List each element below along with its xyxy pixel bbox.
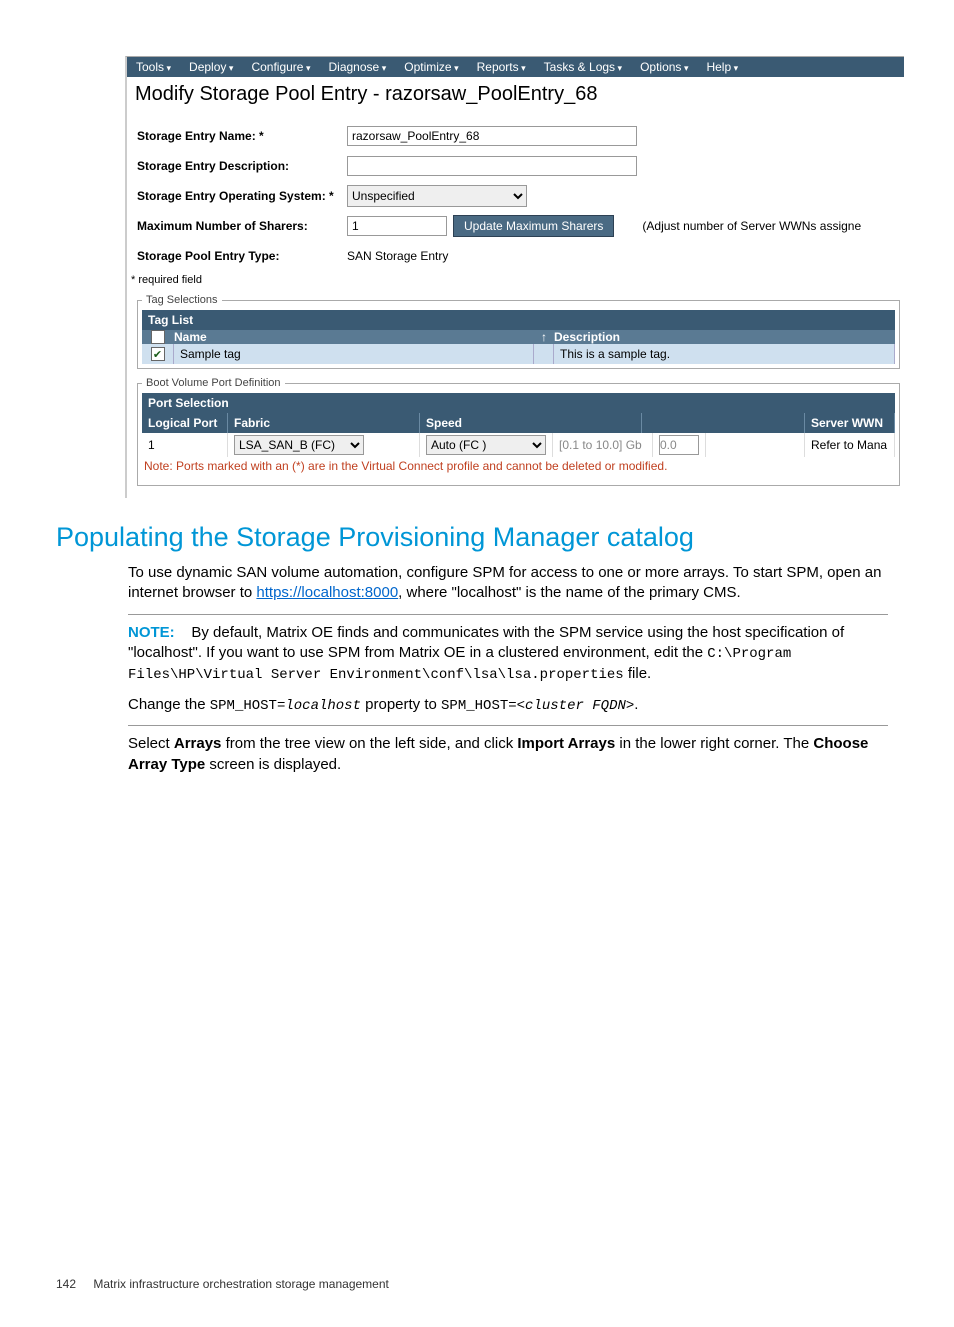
- port-fabric-select[interactable]: LSA_SAN_B (FC): [234, 435, 364, 455]
- menu-optimize[interactable]: Optimize: [395, 60, 467, 74]
- section-heading: Populating the Storage Provisioning Mana…: [56, 522, 888, 553]
- tag-selections-legend: Tag Selections: [142, 294, 222, 306]
- change-paragraph: Change the SPM_HOST=localhost property t…: [128, 695, 888, 716]
- port-header-logical-port: Logical Port: [142, 413, 228, 433]
- sort-asc-icon[interactable]: ↑: [534, 330, 554, 344]
- tag-header-name[interactable]: Name: [174, 330, 534, 344]
- storage-entry-os-label: Storage Entry Operating System: *: [137, 189, 347, 203]
- checkbox-checked-icon[interactable]: ✔: [151, 347, 165, 361]
- note-paragraph: NOTE: By default, Matrix OE finds and co…: [128, 623, 888, 685]
- menu-options[interactable]: Options: [631, 60, 697, 74]
- menu-tools[interactable]: Tools: [127, 60, 180, 74]
- page-number: 142: [56, 1277, 76, 1291]
- port-row-lp: 1: [142, 433, 228, 457]
- checkbox-icon[interactable]: [151, 330, 165, 344]
- storage-entry-desc-input[interactable]: [347, 156, 637, 176]
- update-max-sharers-button[interactable]: Update Maximum Sharers: [453, 215, 614, 237]
- divider: [128, 725, 888, 726]
- document-body: Populating the Storage Provisioning Mana…: [56, 522, 888, 775]
- tag-selections-fieldset: Tag Selections Tag List Name ↑ Descripti…: [137, 294, 900, 369]
- storage-entry-os-select[interactable]: Unspecified: [347, 185, 527, 207]
- pool-entry-type-value: SAN Storage Entry: [347, 249, 448, 263]
- port-speed-range: [0.1 to 10.0] Gb: [553, 433, 653, 457]
- tag-header-check[interactable]: [142, 330, 174, 344]
- tag-list-title: Tag List: [142, 310, 895, 330]
- menu-diagnose[interactable]: Diagnose: [320, 60, 396, 74]
- port-row: 1 LSA_SAN_B (FC) Auto (FC ) [0.1 to 10.0…: [142, 433, 895, 457]
- tag-header-desc[interactable]: Description: [554, 330, 895, 344]
- storage-entry-desc-label: Storage Entry Description:: [137, 159, 347, 173]
- form-area: Storage Entry Name: * Storage Entry Desc…: [127, 116, 904, 498]
- boot-volume-legend: Boot Volume Port Definition: [142, 377, 285, 389]
- port-note: Note: Ports marked with an (*) are in th…: [142, 457, 895, 481]
- required-field-note: * required field: [131, 274, 900, 286]
- port-selection-title: Port Selection: [142, 393, 895, 413]
- menu-reports[interactable]: Reports: [468, 60, 535, 74]
- localhost-link[interactable]: https://localhost:8000: [256, 584, 398, 601]
- tag-row[interactable]: ✔ Sample tag This is a sample tag.: [142, 344, 895, 364]
- port-header-server-wwn: Server WWN: [805, 413, 895, 433]
- port-speed-select[interactable]: Auto (FC ): [426, 435, 546, 455]
- page-footer: 142 Matrix infrastructure orchestration …: [56, 1277, 389, 1291]
- pool-entry-type-label: Storage Pool Entry Type:: [137, 249, 347, 263]
- max-sharers-hint: (Adjust number of Server WWNs assigne: [642, 219, 861, 233]
- page-title: Modify Storage Pool Entry - razorsaw_Poo…: [127, 77, 904, 116]
- menu-help[interactable]: Help: [697, 60, 747, 74]
- menubar: Tools Deploy Configure Diagnose Optimize…: [127, 57, 904, 77]
- paragraph-3: Select Arrays from the tree view on the …: [128, 734, 888, 775]
- menu-deploy[interactable]: Deploy: [180, 60, 242, 74]
- divider: [128, 614, 888, 615]
- port-header-speed: Speed: [420, 413, 642, 433]
- menu-tasks-logs[interactable]: Tasks & Logs: [535, 60, 631, 74]
- port-gb-input[interactable]: [659, 435, 699, 455]
- app-window: Tools Deploy Configure Diagnose Optimize…: [125, 56, 904, 498]
- max-sharers-label: Maximum Number of Sharers:: [137, 219, 347, 233]
- port-row-server-wwn: Refer to Mana: [805, 433, 895, 457]
- paragraph-1: To use dynamic SAN volume automation, co…: [128, 563, 888, 604]
- port-header-fabric: Fabric: [228, 413, 420, 433]
- storage-entry-name-input[interactable]: [347, 126, 637, 146]
- note-label: NOTE:: [128, 624, 175, 641]
- chapter-title: Matrix infrastructure orchestration stor…: [93, 1277, 388, 1291]
- menu-configure[interactable]: Configure: [242, 60, 319, 74]
- storage-entry-name-label: Storage Entry Name: *: [137, 129, 347, 143]
- boot-volume-fieldset: Boot Volume Port Definition Port Selecti…: [137, 377, 900, 486]
- max-sharers-input[interactable]: [347, 216, 447, 236]
- tag-row-name: Sample tag: [174, 344, 534, 364]
- tag-row-desc: This is a sample tag.: [554, 344, 895, 364]
